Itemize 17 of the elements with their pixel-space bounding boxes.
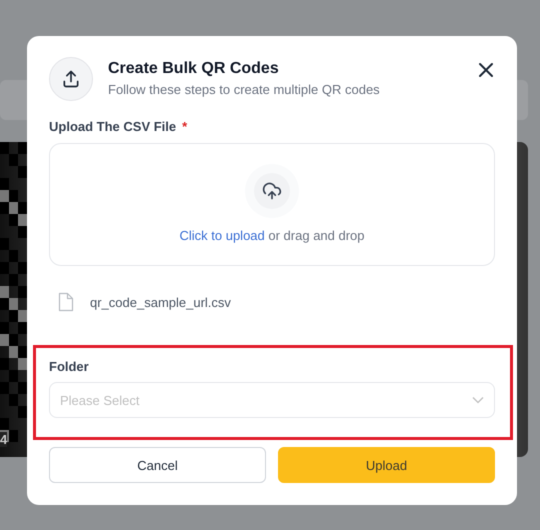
field-label: Upload The CSV File (49, 119, 176, 134)
chevron-down-icon (472, 396, 484, 404)
close-icon[interactable] (477, 61, 495, 79)
file-icon (58, 292, 74, 312)
upload-button[interactable]: Upload (278, 447, 495, 483)
dropzone-text: Click to upload or drag and drop (179, 228, 365, 243)
upload-link[interactable]: Click to upload (179, 228, 265, 243)
cancel-button[interactable]: Cancel (49, 447, 266, 483)
dialog-title: Create Bulk QR Codes (108, 60, 280, 78)
card-label: 4 (0, 432, 8, 447)
required-mark: * (182, 119, 188, 134)
field-label: Folder (49, 359, 89, 374)
file-name: qr_code_sample_url.csv (90, 294, 231, 310)
dialog-subtitle: Follow these steps to create multiple QR codes (108, 82, 381, 97)
upload-icon (49, 57, 93, 101)
cloud-upload-icon (262, 181, 282, 201)
dropzone[interactable]: Click to upload or drag and drop (49, 143, 495, 266)
